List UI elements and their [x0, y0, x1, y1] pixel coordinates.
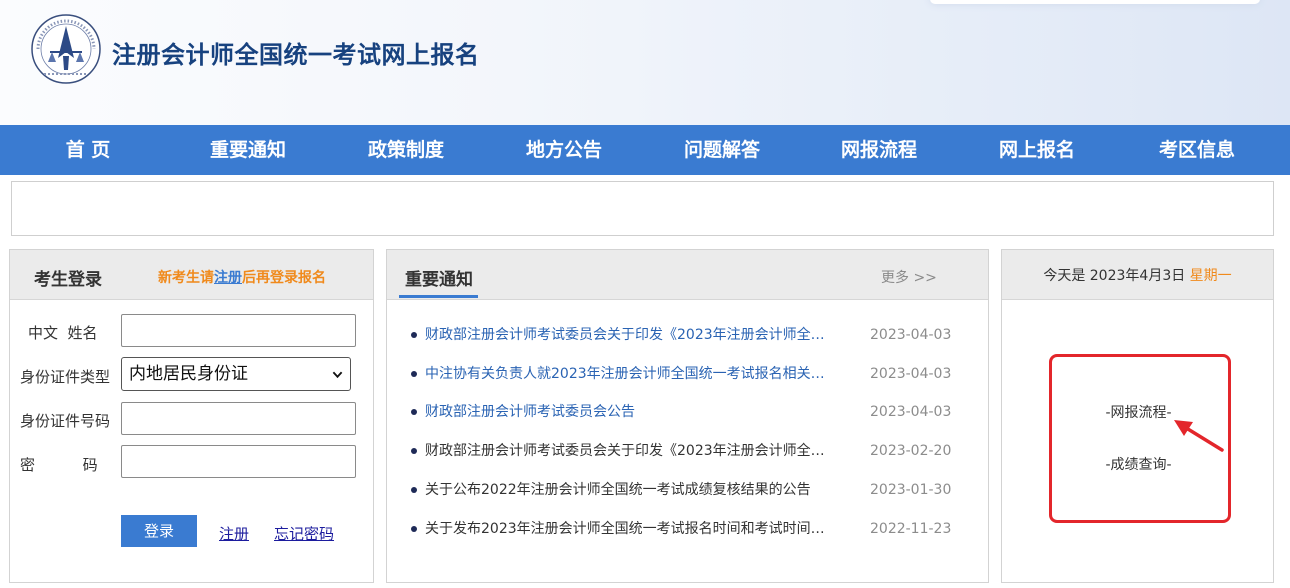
- today-text: 今天是 2023年4月3日: [1043, 268, 1190, 284]
- login-title: 考生登录: [34, 270, 102, 290]
- notice-title[interactable]: 财政部注册会计师考试委员会关于印发《2023年注册会计师全国统一考试报名简章》的…: [425, 324, 835, 346]
- bullet-icon: [411, 409, 417, 415]
- site-header: 注册会计师全国统一考试网上报名: [0, 0, 1290, 125]
- nav-online-registration[interactable]: 网上报名: [962, 125, 1112, 175]
- notice-date: 2023-01-30: [870, 482, 952, 498]
- nav-important-notices[interactable]: 重要通知: [173, 125, 323, 175]
- notice-title[interactable]: 财政部注册会计师考试委员会公告: [425, 401, 835, 423]
- login-panel-header: 考生登录 新考生请注册后再登录报名: [10, 250, 373, 300]
- cicpa-emblem-icon[interactable]: [30, 12, 102, 86]
- notice-date: 2023-04-03: [870, 366, 952, 382]
- bullet-icon: [411, 526, 417, 532]
- notice-title[interactable]: 关于公布2022年注册会计师全国统一考试成绩复核结果的公告: [425, 479, 835, 501]
- id-number-label: 身份证件号码: [20, 412, 111, 430]
- register-link[interactable]: 注册: [219, 523, 249, 544]
- notice-date: 2023-04-03: [870, 327, 952, 343]
- weekday: 星期一: [1189, 268, 1232, 284]
- notice-date: 2023-02-20: [870, 443, 952, 459]
- name-input[interactable]: [121, 314, 356, 347]
- login-button[interactable]: 登录: [121, 515, 197, 547]
- banner-area: [11, 181, 1274, 236]
- name-label: 中文 姓名: [28, 324, 98, 342]
- notice-date: 2022-11-23: [870, 521, 952, 537]
- id-type-value: 内地居民身份证: [129, 364, 248, 384]
- notices-panel-header: 重要通知 更多 >>: [387, 250, 988, 300]
- notices-panel: 重要通知 更多 >> 财政部注册会计师考试委员会关于印发《2023年注册会计师全…: [386, 249, 989, 583]
- password-input[interactable]: [121, 445, 356, 478]
- header-decoration: [930, 0, 1260, 4]
- nav-policies[interactable]: 政策制度: [331, 125, 481, 175]
- notice-row[interactable]: 中注协有关负责人就2023年注册会计师全国统一考试报名相关事项答记者问 2023-…: [411, 363, 971, 385]
- id-type-label: 身份证件类型: [20, 368, 111, 386]
- more-link[interactable]: 更多 >>: [881, 267, 937, 287]
- nav-faq[interactable]: 问题解答: [647, 125, 797, 175]
- login-panel: 考生登录 新考生请注册后再登录报名 中文 姓名 身份证件类型 内地居民身份证 身…: [9, 249, 374, 583]
- chevron-down-icon: [332, 371, 343, 379]
- quick-links-panel: 今天是 2023年4月3日 星期一 -网报流程- -成绩查询-: [1001, 249, 1274, 583]
- today-date: 今天是 2023年4月3日 星期一: [1002, 265, 1273, 285]
- login-hint: 新考生请注册后再登录报名: [158, 267, 326, 287]
- notice-row[interactable]: 关于公布2022年注册会计师全国统一考试成绩复核结果的公告 2023-01-30: [411, 479, 971, 501]
- notice-title[interactable]: 财政部注册会计师考试委员会关于印发《2023年注册会计师全国统一考试考务规则》的…: [425, 440, 835, 462]
- red-arrow-icon: [1174, 420, 1224, 452]
- nav-registration-process[interactable]: 网报流程: [804, 125, 954, 175]
- bullet-icon: [411, 448, 417, 454]
- active-tab-underline: [399, 295, 478, 298]
- site-title: 注册会计师全国统一考试网上报名: [112, 41, 480, 69]
- notice-row[interactable]: 财政部注册会计师考试委员会公告 2023-04-03: [411, 401, 971, 423]
- id-type-select[interactable]: 内地居民身份证: [121, 357, 351, 391]
- notice-row[interactable]: 关于发布2023年注册会计师全国统一考试报名时间和考试时间安排的公告 2022-1…: [411, 518, 971, 540]
- nav-exam-area-info[interactable]: 考区信息: [1122, 125, 1272, 175]
- login-hint-prefix: 新考生请: [158, 270, 214, 286]
- bullet-icon: [411, 332, 417, 338]
- score-query-link[interactable]: -成绩查询-: [1002, 454, 1275, 474]
- login-hint-suffix: 后再登录报名: [242, 270, 326, 286]
- notice-row[interactable]: 财政部注册会计师考试委员会关于印发《2023年注册会计师全国统一考试报名简章》的…: [411, 324, 971, 346]
- nav-home[interactable]: 首 页: [13, 125, 163, 175]
- notice-title[interactable]: 关于发布2023年注册会计师全国统一考试报名时间和考试时间安排的公告: [425, 518, 835, 540]
- bullet-icon: [411, 487, 417, 493]
- notice-date: 2023-04-03: [870, 404, 952, 420]
- main-nav: 首 页 重要通知 政策制度 地方公告 问题解答 网报流程 网上报名 考区信息: [0, 125, 1290, 175]
- notice-row[interactable]: 财政部注册会计师考试委员会关于印发《2023年注册会计师全国统一考试考务规则》的…: [411, 440, 971, 462]
- bullet-icon: [411, 371, 417, 377]
- date-header: 今天是 2023年4月3日 星期一: [1002, 250, 1273, 300]
- hint-register-link[interactable]: 注册: [214, 270, 242, 286]
- password-label: 密 码: [20, 456, 98, 474]
- id-number-input[interactable]: [121, 402, 356, 435]
- forgot-password-link[interactable]: 忘记密码: [274, 523, 334, 544]
- notices-title[interactable]: 重要通知: [405, 265, 473, 290]
- notice-title[interactable]: 中注协有关负责人就2023年注册会计师全国统一考试报名相关事项答记者问: [425, 363, 835, 385]
- nav-local-announcements[interactable]: 地方公告: [489, 125, 639, 175]
- registration-process-link[interactable]: -网报流程-: [1002, 402, 1275, 422]
